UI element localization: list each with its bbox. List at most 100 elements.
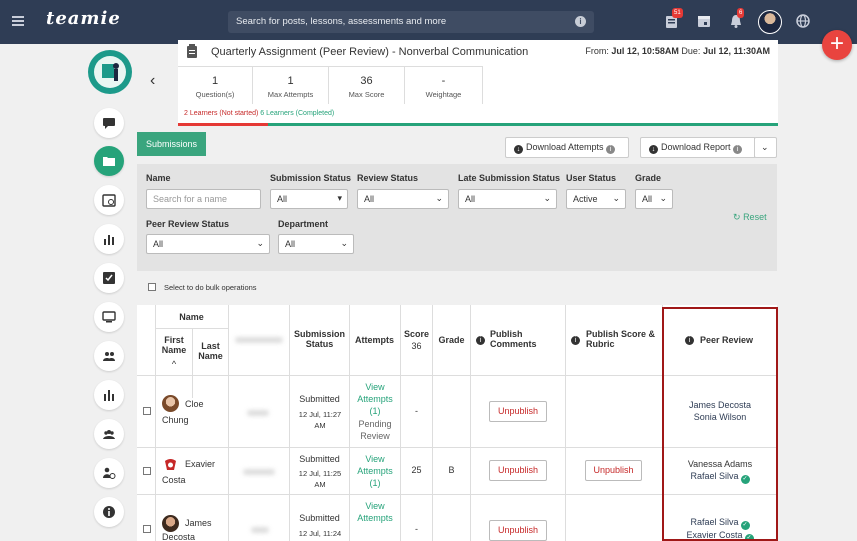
peer-review-status-select[interactable]: All ⌄	[146, 234, 270, 254]
search-placeholder: Search for posts, lessons, assessments a…	[236, 16, 447, 27]
sidebar-user-clock-icon[interactable]	[94, 458, 124, 488]
sort-up-icon[interactable]: ^	[157, 359, 191, 369]
global-search-input[interactable]: Search for posts, lessons, assessments a…	[228, 11, 594, 33]
sidebar-analytics-icon[interactable]	[94, 224, 124, 254]
view-attempts-link[interactable]: View Attempts (1)	[351, 381, 399, 417]
student-avatar	[162, 395, 179, 412]
download-report-button[interactable]: ↓ Download Report i	[640, 137, 755, 158]
sidebar-tasks-icon[interactable]	[94, 263, 124, 293]
stat-questions: 1 Question(s)	[178, 66, 253, 104]
submission-date: 12 Jul, 11:24	[298, 529, 342, 538]
clipboard-icon	[187, 44, 197, 58]
calendar-icon[interactable]	[696, 13, 712, 29]
col-first-name[interactable]: First Name	[157, 335, 191, 355]
grade-select[interactable]: All ⌄	[635, 189, 673, 209]
info-icon[interactable]: i	[575, 16, 586, 27]
sidebar-discussion-icon[interactable]	[94, 108, 124, 138]
assignment-title: Quarterly Assignment (Peer Review) - Non…	[211, 46, 529, 58]
sidebar-users-icon[interactable]	[94, 341, 124, 371]
score-value: -	[415, 524, 418, 534]
not-started-link[interactable]: 2 Learners (Not started)	[184, 110, 258, 117]
submission-status-select[interactable]: All ▾	[270, 189, 348, 209]
submission-status-label: Submission Status	[270, 173, 352, 183]
row-checkbox[interactable]	[143, 467, 151, 475]
review-status-select[interactable]: All ⌄	[357, 189, 449, 209]
stat-weightage: - Weightage	[405, 66, 483, 104]
top-bar: teamie Search for posts, lessons, assess…	[0, 0, 857, 44]
row-checkbox[interactable]	[143, 525, 151, 533]
completion-progress-bar	[178, 123, 778, 126]
student-last-name: Decosta	[162, 532, 196, 541]
redacted-cell	[251, 527, 269, 533]
sidebar-info-icon[interactable]	[94, 497, 124, 527]
view-attempts-link[interactable]: View Attempts (1)	[351, 453, 399, 489]
row-checkbox[interactable]	[143, 407, 151, 415]
score-value: 25	[411, 465, 422, 475]
student-avatar	[162, 456, 179, 473]
user-status-select[interactable]: Active ⌄	[566, 189, 626, 209]
globe-icon[interactable]	[795, 13, 811, 29]
grade-value: B	[448, 465, 455, 475]
bulk-operations: Select to do bulk operations	[148, 283, 257, 292]
stat-max-score: 36 Max Score	[329, 66, 405, 104]
brand-logo[interactable]: teamie	[46, 8, 121, 29]
learner-summary: 2 Learners (Not started) 6 Learners (Com…	[184, 110, 334, 117]
redacted-cell	[247, 410, 269, 416]
info-icon[interactable]: i	[476, 336, 485, 345]
add-button[interactable]: +	[822, 30, 852, 60]
tab-submissions[interactable]: Submissions	[137, 132, 206, 156]
user-avatar[interactable]	[758, 10, 782, 34]
peer-review-highlight	[662, 307, 778, 541]
submission-status: Submitted	[299, 454, 340, 464]
late-status-label: Late Submission Status	[458, 173, 561, 183]
late-status-select[interactable]: All ⌄	[458, 189, 557, 209]
student-last-name: Chung	[162, 415, 189, 425]
name-filter-label: Name	[146, 173, 171, 183]
col-attempts: Attempts	[354, 335, 394, 345]
col-publish-comments: Publish Comments	[490, 329, 537, 349]
department-select[interactable]: All ⌄	[278, 234, 354, 254]
student-first-name: Cloe	[185, 399, 204, 409]
sidebar-org-icon[interactable]	[94, 380, 124, 410]
alerts-badge: 6	[737, 8, 745, 18]
reset-icon: ↻	[733, 212, 741, 222]
submission-status: Submitted	[299, 394, 340, 404]
hamburger-menu-icon[interactable]	[12, 16, 24, 26]
info-icon[interactable]: i	[571, 336, 580, 345]
unpublish-comments-button[interactable]: Unpublish	[489, 460, 547, 481]
sidebar-folder-icon[interactable]	[94, 146, 124, 176]
col-score: Score	[403, 329, 429, 339]
user-status-label: User Status	[566, 173, 617, 183]
grade-label: Grade	[635, 173, 662, 183]
student-avatar	[162, 515, 179, 532]
student-last-name: Costa	[162, 475, 186, 485]
notifications-badge: 51	[672, 8, 683, 18]
unpublish-score-button[interactable]: Unpublish	[585, 460, 642, 481]
unpublish-comments-button[interactable]: Unpublish	[489, 520, 547, 541]
assignment-card: Quarterly Assignment (Peer Review) - Non…	[178, 40, 778, 126]
pending-review-note: Pending Review	[358, 419, 392, 441]
bulk-select-checkbox[interactable]	[148, 283, 156, 291]
back-chevron-icon[interactable]: ‹	[150, 72, 155, 90]
col-submission-status: Submission Status	[293, 329, 345, 349]
col-last-name[interactable]: Last Name	[194, 341, 227, 361]
info-icon: i	[606, 145, 616, 154]
col-score-max: 36	[411, 341, 422, 351]
download-attempts-button[interactable]: ↓ Download Attempts i	[505, 137, 629, 158]
course-avatar[interactable]	[88, 50, 132, 94]
name-search-input[interactable]: Search for a name	[146, 189, 261, 209]
submission-status: Submitted	[299, 513, 340, 523]
sidebar-monitor-icon[interactable]	[94, 302, 124, 332]
download-report-dropdown[interactable]: ⌄	[754, 137, 777, 158]
reset-filters-link[interactable]: ↻ Reset	[733, 212, 767, 223]
unpublish-comments-button[interactable]: Unpublish	[489, 401, 547, 422]
sidebar-calendar-icon[interactable]	[94, 185, 124, 215]
download-icon: ↓	[514, 145, 523, 154]
view-attempts-link[interactable]: View Attempts	[351, 500, 399, 524]
student-first-name: James	[185, 518, 212, 528]
completed-link[interactable]: 6 Learners (Completed)	[260, 110, 334, 117]
sidebar-groups-icon[interactable]	[94, 419, 124, 449]
course-image-icon	[94, 56, 126, 88]
chevron-down-icon: ⌄	[761, 142, 769, 152]
redacted-column-header	[235, 337, 283, 343]
